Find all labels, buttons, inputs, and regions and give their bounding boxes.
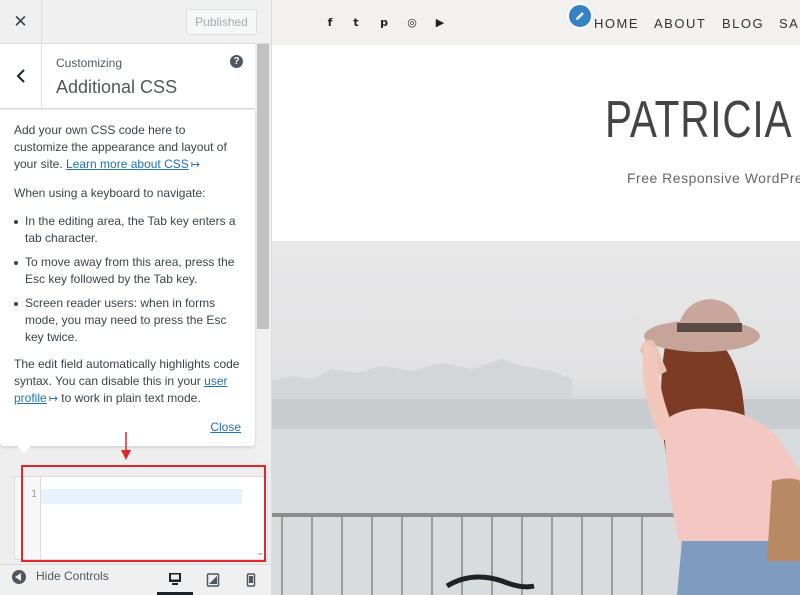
menu-item-san[interactable]: SAN: [779, 16, 800, 31]
close-help-link[interactable]: Close: [210, 419, 241, 436]
mobile-icon: [246, 573, 256, 587]
collapse-sidebar-icon[interactable]: [12, 570, 26, 584]
syntax-highlight-text-after: to work in plain text mode.: [61, 391, 201, 405]
tablet-icon: [206, 573, 220, 587]
keyboard-tips-list: In the editing area, the Tab key enters …: [14, 213, 241, 346]
site-tagline: Free Responsive WordPre: [627, 170, 800, 186]
css-help-panel: Add your own CSS code here to customize …: [0, 110, 255, 446]
learn-more-css-link[interactable]: Learn more about CSS: [66, 157, 189, 171]
help-panel-pointer: [16, 445, 32, 453]
publish-button[interactable]: Published: [186, 9, 257, 35]
help-intro-paragraph: Add your own CSS code here to customize …: [14, 122, 241, 174]
customizer-footer: Hide Controls: [0, 564, 271, 595]
pencil-icon: [576, 12, 584, 20]
annotation-arrow-icon: [121, 432, 131, 460]
syntax-highlight-paragraph: The edit field automatically highlights …: [14, 356, 241, 408]
menu-item-home[interactable]: HOME: [594, 16, 639, 31]
pinterest-icon[interactable]: p: [377, 15, 391, 29]
youtube-icon[interactable]: ▶: [433, 15, 447, 29]
hide-controls-button[interactable]: Hide Controls: [36, 569, 109, 583]
close-customizer-button[interactable]: ✕: [0, 0, 42, 43]
sidebar-scrollbar[interactable]: [255, 44, 271, 464]
list-item: In the editing area, the Tab key enters …: [14, 213, 241, 247]
list-item: To move away from this area, press the E…: [14, 254, 241, 288]
help-icon[interactable]: ?: [230, 55, 243, 68]
keyboard-heading: When using a keyboard to navigate:: [14, 186, 206, 200]
mobile-preview-button[interactable]: [233, 565, 269, 595]
site-header-bar: f t p ◎ ▶ HOME ABOUT BLOG SAN: [272, 0, 800, 45]
facebook-icon[interactable]: f: [323, 15, 337, 29]
annotation-highlight-box: [21, 465, 266, 562]
scrollbar-thumb[interactable]: [257, 44, 269, 329]
site-preview: f t p ◎ ▶ HOME ABOUT BLOG SAN PATRICIA F…: [272, 0, 800, 595]
list-item: Screen reader users: when in forms mode,…: [14, 295, 241, 346]
menu-item-about[interactable]: ABOUT: [654, 16, 706, 31]
site-title[interactable]: PATRICIA: [605, 90, 792, 150]
desktop-preview-button[interactable]: [157, 565, 193, 595]
instagram-icon[interactable]: ◎: [405, 15, 419, 29]
desktop-icon: [169, 572, 181, 585]
hero-illustration: [272, 299, 800, 595]
section-header: Customizing Additional CSS ?: [0, 44, 255, 109]
tablet-preview-button[interactable]: [195, 565, 231, 595]
menu-item-blog[interactable]: BLOG: [722, 16, 764, 31]
back-button[interactable]: [0, 44, 42, 108]
external-link-icon: ↦: [48, 393, 58, 405]
section-title: Additional CSS: [56, 77, 178, 97]
external-link-icon: ↦: [190, 159, 200, 171]
customizer-sidebar: ✕ Published Customizing Additional CSS ?…: [0, 0, 272, 595]
twitter-icon[interactable]: t: [349, 15, 363, 29]
customizing-label: Customizing: [56, 56, 123, 70]
chevron-left-icon: [16, 69, 25, 83]
edit-shortcut-button[interactable]: [567, 3, 593, 29]
customizer-topbar: ✕ Published: [0, 0, 271, 44]
hero-image: [272, 241, 800, 595]
